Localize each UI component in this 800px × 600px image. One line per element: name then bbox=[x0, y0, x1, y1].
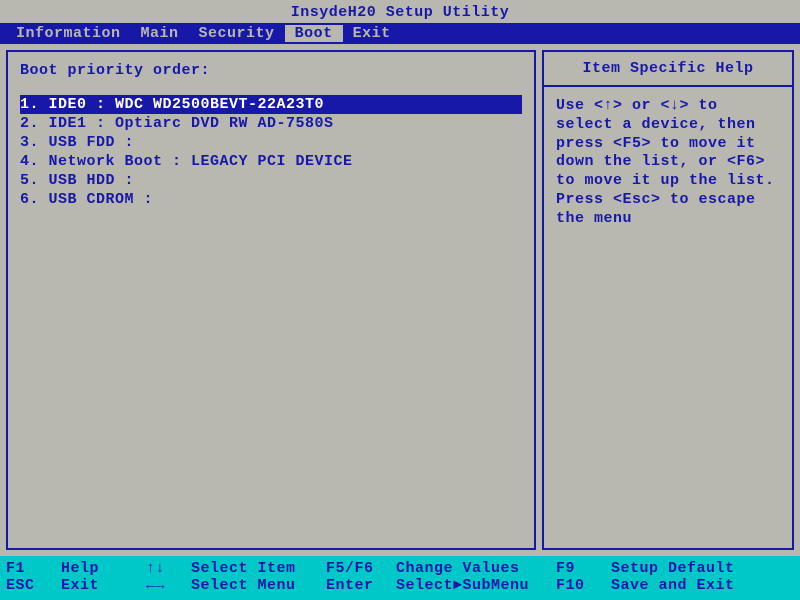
hint-f10-key: F10 bbox=[556, 577, 611, 594]
boot-heading: Boot priority order: bbox=[20, 62, 522, 79]
help-text: Use <↑> or <↓> to select a device, then … bbox=[556, 97, 780, 228]
boot-item-3[interactable]: 3. USB FDD : bbox=[20, 133, 522, 152]
hint-change-values: Change Values bbox=[396, 560, 556, 577]
hint-select-submenu: Select►SubMenu bbox=[396, 577, 556, 594]
hint-esc-label: Exit bbox=[61, 577, 146, 594]
hint-enter-key: Enter bbox=[326, 577, 396, 594]
hint-select-menu: Select Menu bbox=[191, 577, 326, 594]
hint-select-item: Select Item bbox=[191, 560, 326, 577]
tab-boot[interactable]: Boot bbox=[285, 25, 343, 42]
boot-order-panel: Boot priority order: 1. IDE0 : WDC WD250… bbox=[6, 50, 536, 550]
footer-hints: F1 Help ↑↓ Select Item F5/F6 Change Valu… bbox=[0, 556, 800, 600]
hint-esc-key: ESC bbox=[6, 577, 61, 594]
hint-f9-key: F9 bbox=[556, 560, 611, 577]
hint-f1-label: Help bbox=[61, 560, 146, 577]
hint-f5f6-key: F5/F6 bbox=[326, 560, 396, 577]
boot-list: 1. IDE0 : WDC WD2500BEVT-22A23T0 2. IDE1… bbox=[20, 95, 522, 209]
boot-item-5[interactable]: 5. USB HDD : bbox=[20, 171, 522, 190]
boot-item-1[interactable]: 1. IDE0 : WDC WD2500BEVT-22A23T0 bbox=[20, 95, 522, 114]
help-title: Item Specific Help bbox=[544, 52, 792, 87]
help-panel: Item Specific Help Use <↑> or <↓> to sel… bbox=[542, 50, 794, 550]
main-area: Boot priority order: 1. IDE0 : WDC WD250… bbox=[0, 44, 800, 556]
tab-exit[interactable]: Exit bbox=[343, 25, 401, 42]
tab-information[interactable]: Information bbox=[6, 25, 131, 42]
hint-f1-key: F1 bbox=[6, 560, 61, 577]
boot-item-4[interactable]: 4. Network Boot : LEGACY PCI DEVICE bbox=[20, 152, 522, 171]
bios-screen: InsydeH20 Setup Utility Information Main… bbox=[0, 0, 800, 600]
footer-row-2: ESC Exit ←→ Select Menu Enter Select►Sub… bbox=[6, 577, 794, 594]
boot-item-2[interactable]: 2. IDE1 : Optiarc DVD RW AD-7580S bbox=[20, 114, 522, 133]
hint-setup-default: Setup Default bbox=[611, 560, 794, 577]
tab-main[interactable]: Main bbox=[131, 25, 189, 42]
footer-row-1: F1 Help ↑↓ Select Item F5/F6 Change Valu… bbox=[6, 560, 794, 577]
hint-updown-icon: ↑↓ bbox=[146, 560, 191, 577]
boot-item-6[interactable]: 6. USB CDROM : bbox=[20, 190, 522, 209]
hint-leftright-icon: ←→ bbox=[146, 577, 191, 594]
top-menu: Information Main Security Boot Exit bbox=[0, 23, 800, 44]
utility-title: InsydeH20 Setup Utility bbox=[0, 0, 800, 23]
tab-security[interactable]: Security bbox=[189, 25, 285, 42]
hint-save-exit: Save and Exit bbox=[611, 577, 794, 594]
